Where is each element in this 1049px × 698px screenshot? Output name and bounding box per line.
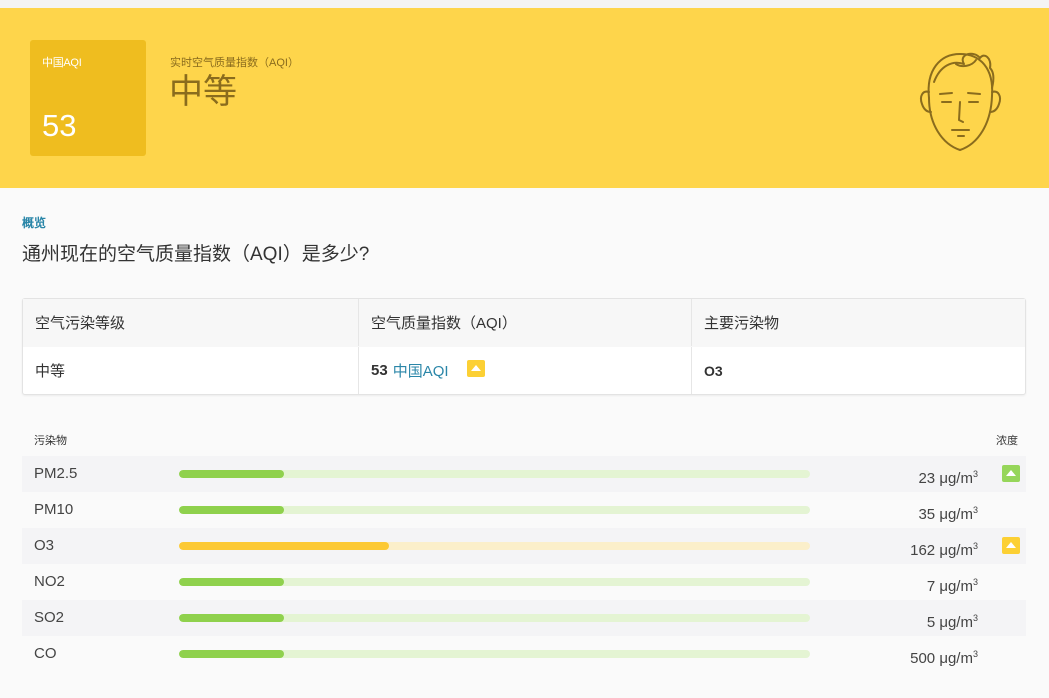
pollutant-value: 7: [926, 578, 936, 595]
pollutant-concentration: 7 μg/m3: [927, 564, 978, 605]
caret-up-icon: [466, 360, 485, 377]
pollutant-row[interactable]: CO 500 μg/m3: [22, 636, 1026, 672]
pollutant-level-fill: [179, 650, 284, 658]
summary-aqi-value: 53: [371, 362, 388, 379]
overview-link[interactable]: 概览: [22, 214, 46, 231]
pollutant-name: CO: [34, 645, 57, 662]
pollutant-value: 23: [918, 470, 936, 487]
pollutant-unit: μg/m: [935, 542, 973, 559]
pollutant-name: PM2.5: [34, 465, 78, 482]
top-strip: [0, 0, 1049, 8]
aqi-banner: 中国AQI 53 实时空气质量指数（AQI） 中等: [0, 8, 1049, 188]
pollutant-level-fill: [179, 614, 284, 622]
summary-header-aqi: 空气质量指数（AQI）: [358, 299, 691, 346]
aqi-subtitle: 实时空气质量指数（AQI）: [170, 57, 299, 69]
pollutant-row[interactable]: PM10 35 μg/m3: [22, 492, 1026, 528]
aqi-level: 中等: [169, 73, 237, 111]
pollutant-level-bar: [179, 650, 810, 658]
pollutant-unit: μg/m: [935, 470, 973, 487]
pollutant-level-bar: [179, 470, 810, 478]
pollutant-row[interactable]: NO2 7 μg/m3: [22, 564, 1026, 600]
pollutant-name: SO2: [34, 609, 65, 626]
summary-level-value: 中等: [35, 363, 66, 380]
pollutant-unit-superscript: 3: [972, 649, 978, 659]
pollutant-value: 500: [910, 650, 936, 667]
pollutant-unit: μg/m: [935, 578, 973, 595]
pollutant-level-bar: [179, 614, 810, 622]
neutral-face-icon: [919, 52, 1002, 151]
summary-header-pollutant: 主要污染物: [691, 299, 1025, 346]
pollutant-level-bar: [179, 542, 810, 550]
pollutant-row[interactable]: PM2.5 23 μg/m3: [22, 456, 1026, 492]
summary-aqi-unit[interactable]: 中国AQI: [393, 360, 449, 381]
pollutant-name: O3: [34, 537, 55, 554]
pollutant-unit-superscript: 3: [972, 469, 978, 479]
pollutant-name: PM10: [34, 501, 74, 518]
aqi-score-label: 中国AQI: [42, 57, 82, 69]
concentration-column-header: 浓度: [996, 435, 1018, 447]
pollutant-unit-superscript: 3: [972, 613, 978, 623]
pollutant-unit-superscript: 3: [972, 577, 978, 587]
pollutant-level-fill: [179, 506, 284, 514]
summary-main-pollutant: O3: [691, 347, 1025, 394]
pollutant-level-bar: [179, 506, 810, 514]
aqi-score-box: 中国AQI 53: [30, 40, 146, 156]
pollutant-level-fill: [179, 542, 389, 550]
pollutant-unit: μg/m: [935, 650, 973, 667]
aqi-score-value: 53: [42, 108, 77, 143]
pollutant-unit-superscript: 3: [972, 541, 978, 551]
pollutant-concentration: 162 μg/m3: [910, 528, 978, 569]
pollutant-concentration: 35 μg/m3: [918, 492, 978, 533]
aqi-question-heading: 通州现在的空气质量指数（AQI）是多少?: [22, 244, 370, 265]
pollutant-level-fill: [179, 470, 284, 478]
pollutant-unit: μg/m: [935, 506, 973, 523]
pollutant-name: NO2: [34, 573, 65, 590]
pollutant-level-fill: [179, 578, 284, 586]
pollutant-row[interactable]: SO2 5 μg/m3: [22, 600, 1026, 636]
pollutant-level-bar: [179, 578, 810, 586]
pollutant-unit: μg/m: [935, 614, 973, 631]
pollutant-row[interactable]: O3 162 μg/m3: [22, 528, 1026, 564]
summary-header-level: 空气污染等级: [35, 315, 126, 332]
pollutant-concentration: 500 μg/m3: [910, 636, 978, 677]
pollutant-value: 162: [910, 542, 936, 559]
aqi-summary-table: 空气污染等级 空气质量指数（AQI） 主要污染物 中等 53 中国AQI O3: [22, 298, 1026, 395]
caret-up-icon: [1002, 537, 1020, 554]
caret-up-icon: [1002, 465, 1020, 482]
pollutant-concentration: 5 μg/m3: [927, 600, 978, 641]
pollutant-unit-superscript: 3: [972, 505, 978, 515]
summary-aqi-cell: 53 中国AQI: [358, 347, 691, 394]
pollutant-value: 35: [918, 506, 936, 523]
pollutant-value: 5: [926, 614, 936, 631]
pollutant-column-header: 污染物: [34, 435, 67, 447]
pollutant-concentration: 23 μg/m3: [918, 456, 978, 497]
